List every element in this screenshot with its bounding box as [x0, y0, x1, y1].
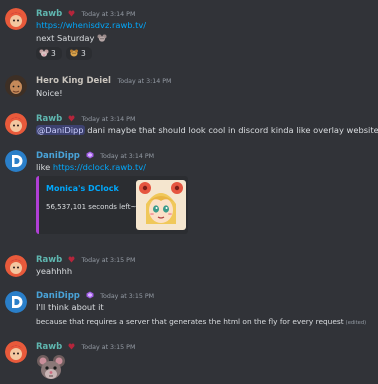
mouse-emoji-icon	[97, 33, 107, 43]
role-icon	[68, 255, 75, 266]
message-link[interactable]: https://dclock.rawb.tv/	[53, 162, 146, 172]
author-name[interactable]: DaniDipp	[36, 151, 80, 161]
avatar-rawb[interactable]	[5, 113, 27, 135]
reaction-mouse[interactable]: 3	[36, 47, 62, 60]
timestamp: Today at 3:14 PM	[100, 153, 155, 160]
avatar-rawb[interactable]	[5, 255, 27, 277]
message-text: dani maybe that should look cool in disc…	[84, 125, 378, 135]
avatar-danidipp[interactable]	[5, 291, 27, 313]
embed-description: 56,537,101 seconds left~	[46, 203, 137, 211]
role-icon	[68, 9, 75, 20]
message-text: I'll think about it	[36, 302, 104, 312]
author-name[interactable]: Rawb	[36, 342, 62, 352]
author-name[interactable]: Rawb	[36, 114, 62, 124]
link-embed: Monica's DClock 56,537,101 seconds left~	[36, 176, 188, 234]
timestamp: Today at 3:14 PM	[117, 78, 172, 85]
message-link[interactable]: https://whenisdvz.rawb.tv/	[36, 20, 146, 30]
rat-face-emoji-icon	[69, 49, 79, 59]
boost-badge-icon	[86, 291, 94, 302]
author-name[interactable]: Rawb	[36, 255, 62, 265]
timestamp: Today at 3:14 PM	[81, 116, 136, 123]
edited-label: (edited)	[345, 320, 367, 326]
timestamp: Today at 3:15 PM	[81, 344, 136, 351]
author-name[interactable]: Hero King Deiel	[36, 76, 111, 86]
reaction-count: 3	[81, 49, 86, 58]
author-name[interactable]: Rawb	[36, 9, 62, 19]
timestamp: Today at 3:15 PM	[100, 293, 155, 300]
message-text: yeahhhh	[36, 266, 73, 276]
timestamp: Today at 3:14 PM	[81, 11, 136, 18]
embed-thumbnail[interactable]	[136, 180, 186, 230]
boost-badge-icon	[86, 151, 94, 162]
message-text: next Saturday	[36, 33, 95, 43]
embed-title[interactable]: Monica's DClock	[46, 184, 119, 193]
reaction-rat-face[interactable]: 3	[66, 47, 92, 60]
avatar-danidipp[interactable]	[5, 150, 27, 172]
avatar-hero-king[interactable]	[5, 75, 27, 97]
user-mention[interactable]: @DaniDipp	[36, 125, 85, 135]
mouse-emoji-icon	[39, 49, 49, 59]
role-icon	[68, 114, 75, 125]
message-text: like	[36, 162, 53, 172]
timestamp: Today at 3:15 PM	[81, 257, 136, 264]
avatar-rawb[interactable]	[5, 341, 27, 363]
author-name[interactable]: DaniDipp	[36, 291, 80, 301]
mouse-emoji-icon[interactable]	[36, 354, 66, 382]
avatar-rawb[interactable]	[5, 8, 27, 30]
role-icon	[68, 342, 75, 353]
message-text: Noice!	[36, 88, 63, 98]
message-text: because that requires a server that gene…	[36, 317, 344, 326]
reaction-count: 3	[51, 49, 56, 58]
